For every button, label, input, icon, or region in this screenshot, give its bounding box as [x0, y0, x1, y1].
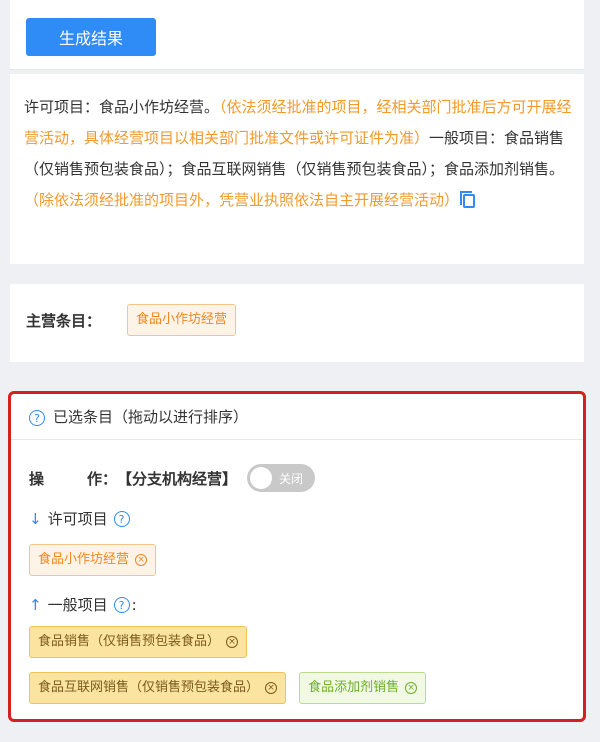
remove-icon[interactable]: ×	[405, 681, 418, 694]
selected-items-title: ? 已选条目（拖动以进行排序）	[29, 406, 248, 427]
tag-text: 食品销售（仅销售预包装食品）	[38, 634, 221, 649]
licensed-items-list: 食品小作坊经营 ×	[29, 544, 157, 576]
operation-row: 操 作： 【分支机构经营】 关闭	[29, 464, 316, 492]
general-items-label: ↑ 一般项目 ?:	[29, 594, 137, 615]
general-item-tag[interactable]: 食品添加剂销售 ×	[299, 672, 427, 704]
general-items-list-row1: 食品销售（仅销售预包装食品） ×	[29, 626, 248, 658]
copy-icon[interactable]	[460, 190, 476, 208]
remove-icon[interactable]: ×	[135, 553, 148, 566]
licensed-items-label-text: 许可项目	[47, 510, 108, 528]
help-icon[interactable]: ?	[113, 510, 130, 527]
operation-label-2: 作：	[86, 469, 117, 488]
business-scope-text: 许可项目：食品小作坊经营。（依法须经批准的项目，经相关部门批准后方可开展经营活动…	[24, 92, 572, 216]
operation-label-1: 操	[29, 469, 45, 488]
help-icon[interactable]: ?	[113, 596, 130, 613]
operation-label: 操 作：	[29, 468, 117, 489]
divider	[11, 439, 583, 440]
general-items-label-text: 一般项目	[47, 596, 108, 614]
selected-items-title-text: 已选条目（拖动以进行排序）	[53, 408, 249, 426]
arrow-up-icon: ↑	[29, 595, 42, 614]
generate-card: 生成结果	[10, 0, 584, 70]
toggle-knob	[250, 467, 273, 489]
scope-general-note: （除依法须经批准的项目外，凭营业执照依法自主开展经营活动）	[24, 191, 460, 209]
generate-result-button[interactable]: 生成结果	[26, 18, 156, 56]
operation-value: 【分支机构经营】	[117, 469, 238, 488]
tag-text: 食品小作坊经营	[38, 552, 130, 567]
main-item-label: 主营条目：	[26, 312, 102, 330]
licensed-items-label: ↓ 许可项目 ?	[29, 508, 130, 529]
arrow-down-icon: ↓	[29, 509, 42, 528]
toggle-text: 关闭	[279, 471, 304, 486]
help-icon[interactable]: ?	[29, 409, 45, 426]
main-item-tag[interactable]: 食品小作坊经营	[127, 304, 237, 336]
remove-icon[interactable]: ×	[265, 681, 278, 694]
main-item-card: 主营条目： 食品小作坊经营	[10, 284, 584, 362]
general-item-tag[interactable]: 食品互联网销售（仅销售预包装食品） ×	[29, 672, 287, 704]
scope-licensed-text: 许可项目：食品小作坊经营。	[24, 98, 220, 116]
selected-items-card: ? 已选条目（拖动以进行排序） 操 作： 【分支机构经营】 关闭 ↓ 许可项目 ?…	[8, 391, 586, 722]
business-scope-card: 许可项目：食品小作坊经营。（依法须经批准的项目，经相关部门批准后方可开展经营活动…	[10, 74, 584, 264]
remove-icon[interactable]: ×	[226, 635, 239, 648]
tag-text: 食品互联网销售（仅销售预包装食品）	[38, 680, 260, 695]
tag-text: 食品添加剂销售	[308, 680, 400, 695]
general-item-tag[interactable]: 食品销售（仅销售预包装食品） ×	[29, 626, 248, 658]
licensed-item-tag[interactable]: 食品小作坊经营 ×	[29, 544, 157, 576]
branch-operation-toggle[interactable]: 关闭	[247, 464, 316, 492]
general-items-list-row2: 食品互联网销售（仅销售预包装食品） × 食品添加剂销售 ×	[29, 672, 427, 704]
colon: :	[131, 595, 137, 614]
